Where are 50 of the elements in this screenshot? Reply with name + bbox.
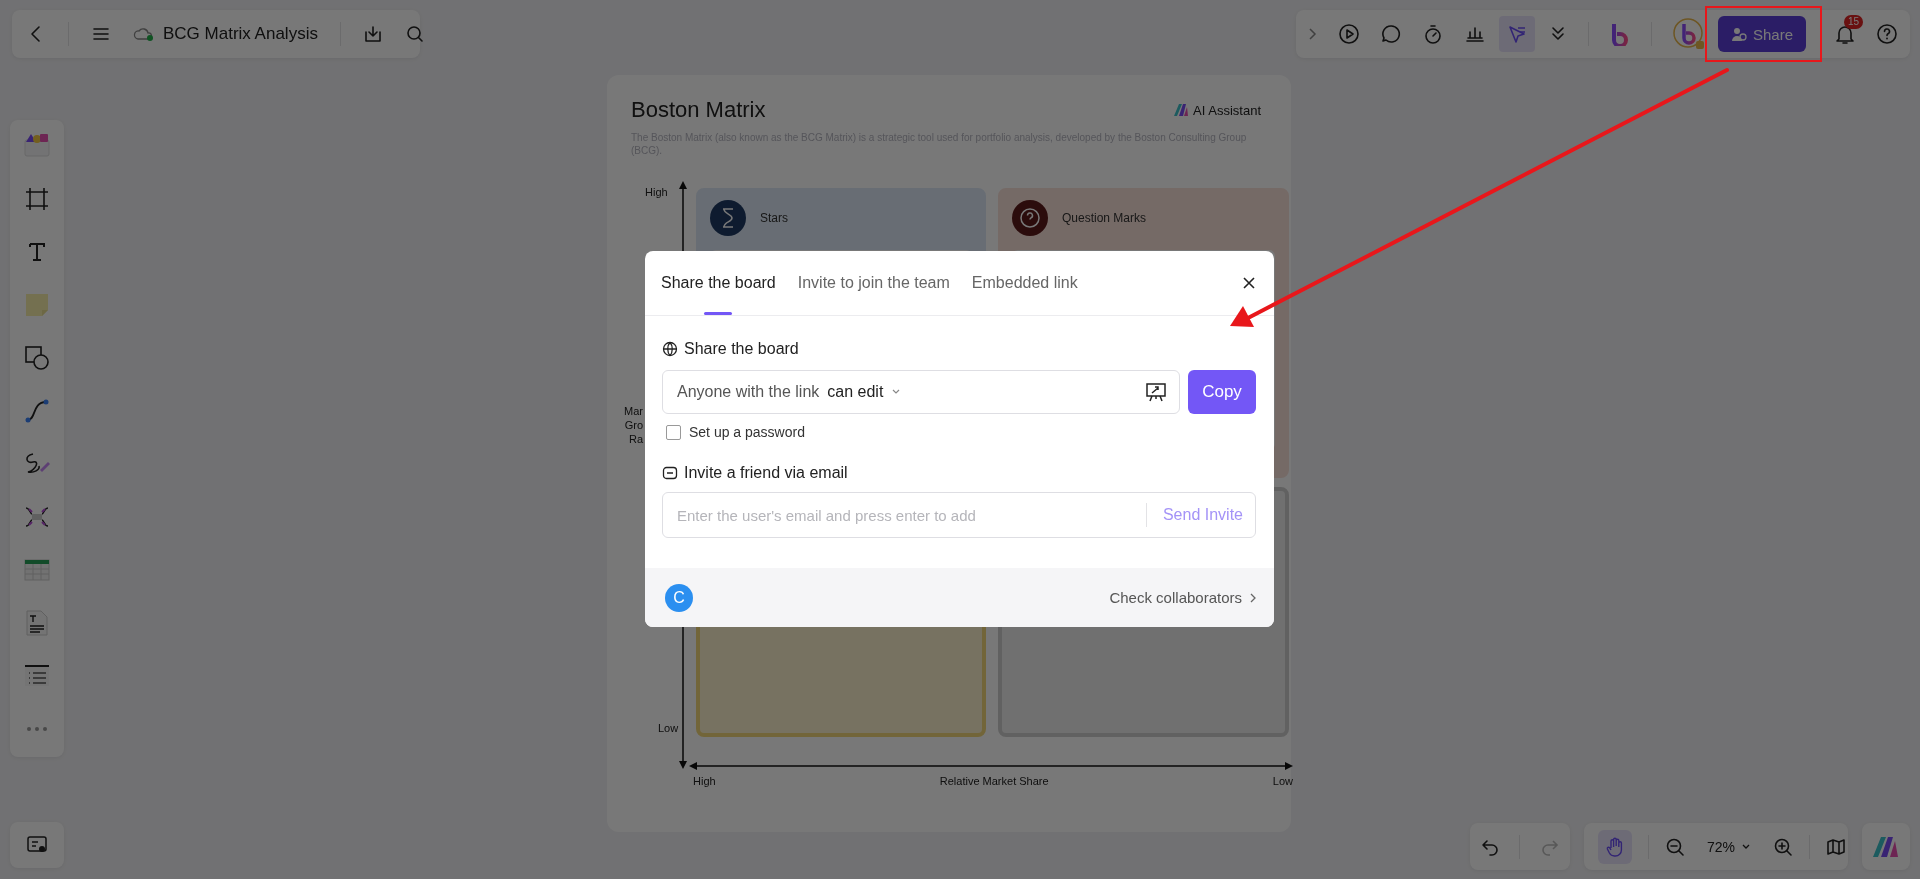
ai-logo-icon (1173, 103, 1190, 117)
bell-icon[interactable] (1834, 23, 1856, 45)
question-icon (1012, 200, 1048, 236)
cloud-icon (133, 26, 155, 42)
collaborator-avatar[interactable]: C (665, 583, 693, 612)
share-button[interactable]: Share (1718, 16, 1806, 52)
board-name[interactable]: BCG Matrix Analysis (163, 24, 318, 44)
axis-title: Gro (624, 418, 643, 432)
chevron-right-icon (1248, 591, 1258, 604)
zoom-in-icon[interactable] (1773, 836, 1794, 857)
axis-label: High (645, 186, 668, 198)
section-title: Invite a friend via email (684, 464, 848, 482)
zoom-dropdown[interactable]: 72% (1701, 837, 1758, 856)
link-access-field[interactable]: Anyone with the link can edit (662, 370, 1180, 414)
cursor-icon[interactable] (1506, 23, 1528, 45)
download-icon[interactable] (362, 24, 383, 44)
checkbox-label: Set up a password (689, 424, 805, 440)
play-icon[interactable] (1338, 23, 1360, 45)
notification-badge: 15 (1844, 15, 1864, 29)
timer-icon[interactable] (1422, 23, 1444, 45)
axis-label: High (693, 775, 716, 787)
dialog-tab[interactable]: Share the board (661, 251, 776, 315)
presentation-icon[interactable] (1145, 381, 1167, 403)
avatar-icon[interactable] (1672, 17, 1706, 51)
zoom-out-icon[interactable] (1665, 836, 1685, 857)
mail-icon (662, 465, 678, 481)
permission-dropdown[interactable]: can edit (821, 382, 908, 402)
dialog-tab[interactable]: Invite to join the team (797, 251, 950, 315)
axis-title: Mar (624, 404, 643, 418)
copy-button[interactable]: Copy (1188, 370, 1256, 414)
quadrant-title: Question Marks (1062, 211, 1147, 225)
axis-title: Ra (628, 432, 643, 446)
app-logo-icon[interactable] (1872, 834, 1900, 859)
user-icon (1731, 26, 1747, 42)
board-title: Boston Matrix (631, 97, 766, 123)
map-icon[interactable] (1826, 836, 1847, 857)
check-collaborators-link[interactable]: Check collaborators (1109, 589, 1258, 606)
globe-icon (662, 341, 678, 357)
logo-icon[interactable] (1609, 22, 1631, 46)
section-title: Share the board (684, 340, 799, 358)
search-icon[interactable] (404, 24, 425, 44)
axis-label: Low (1272, 775, 1293, 787)
help-icon[interactable] (1876, 23, 1898, 45)
quadrant-title: Stars (760, 211, 788, 225)
comment-icon[interactable] (1380, 23, 1402, 45)
axis-label: Low (658, 722, 679, 734)
dialog-tab[interactable]: Embedded link (971, 251, 1078, 315)
axis-title: Relative Market Share (939, 775, 1049, 787)
password-checkbox[interactable] (666, 424, 681, 440)
ai-assistant-button[interactable]: AI Assistant (1173, 102, 1261, 118)
